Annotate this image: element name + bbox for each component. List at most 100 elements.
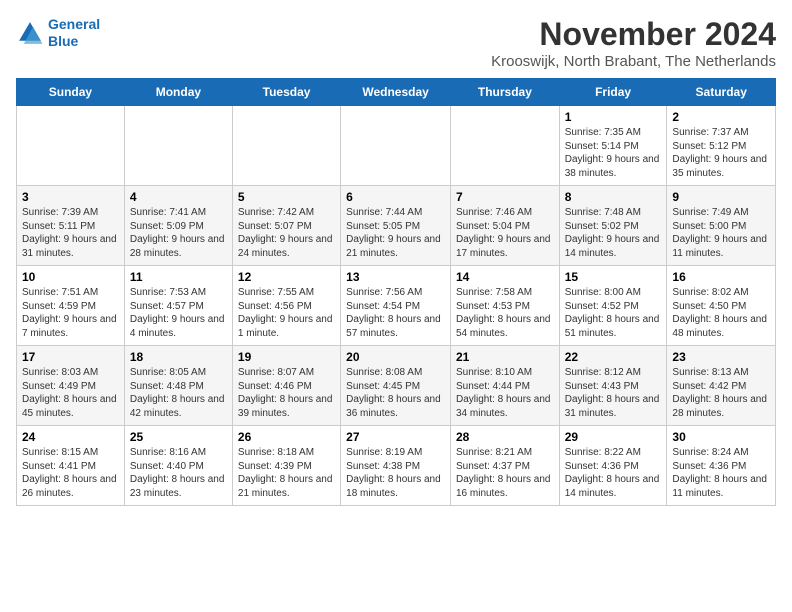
calendar-header: SundayMondayTuesdayWednesdayThursdayFrid…	[17, 79, 776, 106]
day-number: 15	[565, 270, 662, 284]
day-number: 8	[565, 190, 662, 204]
day-number: 25	[130, 430, 227, 444]
header-day-sunday: Sunday	[17, 79, 125, 106]
subtitle: Krooswijk, North Brabant, The Netherland…	[491, 53, 776, 70]
day-number: 22	[565, 350, 662, 364]
day-number: 1	[565, 110, 662, 124]
day-info: Sunrise: 8:10 AM Sunset: 4:44 PM Dayligh…	[456, 366, 554, 420]
calendar-cell: 16 Sunrise: 8:02 AM Sunset: 4:50 PM Dayli…	[667, 266, 776, 346]
header-day-wednesday: Wednesday	[341, 79, 451, 106]
day-info: Sunrise: 8:19 AM Sunset: 4:38 PM Dayligh…	[346, 446, 445, 500]
calendar-cell: 3 Sunrise: 7:39 AM Sunset: 5:11 PM Daylig…	[17, 186, 125, 266]
logo-line1: General	[48, 16, 100, 32]
day-info: Sunrise: 7:39 AM Sunset: 5:11 PM Dayligh…	[22, 206, 119, 260]
day-info: Sunrise: 8:24 AM Sunset: 4:36 PM Dayligh…	[672, 446, 770, 500]
day-info: Sunrise: 7:49 AM Sunset: 5:00 PM Dayligh…	[672, 206, 770, 260]
day-number: 5	[238, 190, 335, 204]
header-day-tuesday: Tuesday	[232, 79, 340, 106]
header-day-friday: Friday	[559, 79, 667, 106]
calendar-cell: 6Sunrise: 7:44 AM Sunset: 5:05 PM Daylig…	[341, 186, 451, 266]
day-number: 4	[130, 190, 227, 204]
calendar-cell	[450, 106, 559, 186]
day-number: 30	[672, 430, 770, 444]
day-number: 14	[456, 270, 554, 284]
day-number: 2	[672, 110, 770, 124]
calendar-cell: 25 Sunrise: 8:16 AM Sunset: 4:40 PM Dayli…	[124, 426, 232, 506]
day-number: 12	[238, 270, 335, 284]
day-info: Sunrise: 8:18 AM Sunset: 4:39 PM Dayligh…	[238, 446, 335, 500]
calendar-cell: 2 Sunrise: 7:37 AM Sunset: 5:12 PM Daylig…	[667, 106, 776, 186]
logo-icon	[16, 19, 44, 47]
calendar-cell: 14 Sunrise: 7:58 AM Sunset: 4:53 PM Dayli…	[450, 266, 559, 346]
day-number: 29	[565, 430, 662, 444]
day-info: Sunrise: 8:00 AM Sunset: 4:52 PM Dayligh…	[565, 286, 662, 340]
week-row-3: 17 Sunrise: 8:03 AM Sunset: 4:49 PM Dayli…	[17, 346, 776, 426]
calendar-cell: 30 Sunrise: 8:24 AM Sunset: 4:36 PM Dayli…	[667, 426, 776, 506]
day-info: Sunrise: 8:12 AM Sunset: 4:43 PM Dayligh…	[565, 366, 662, 420]
calendar-cell	[341, 106, 451, 186]
day-info: Sunrise: 7:35 AM Sunset: 5:14 PM Dayligh…	[565, 126, 662, 180]
day-info: Sunrise: 8:08 AM Sunset: 4:45 PM Dayligh…	[346, 366, 445, 420]
calendar-cell: 22 Sunrise: 8:12 AM Sunset: 4:43 PM Dayli…	[559, 346, 667, 426]
day-number: 13	[346, 270, 445, 284]
calendar-cell: 26Sunrise: 8:18 AM Sunset: 4:39 PM Dayli…	[232, 426, 340, 506]
day-info: Sunrise: 7:58 AM Sunset: 4:53 PM Dayligh…	[456, 286, 554, 340]
calendar-cell: 4 Sunrise: 7:41 AM Sunset: 5:09 PM Daylig…	[124, 186, 232, 266]
day-info: Sunrise: 7:56 AM Sunset: 4:54 PM Dayligh…	[346, 286, 445, 340]
day-number: 27	[346, 430, 445, 444]
calendar-cell: 13 Sunrise: 7:56 AM Sunset: 4:54 PM Dayli…	[341, 266, 451, 346]
calendar-cell: 8Sunrise: 7:48 AM Sunset: 5:02 PM Daylig…	[559, 186, 667, 266]
week-row-0: 1 Sunrise: 7:35 AM Sunset: 5:14 PM Daylig…	[17, 106, 776, 186]
calendar-cell: 11Sunrise: 7:53 AM Sunset: 4:57 PM Dayli…	[124, 266, 232, 346]
day-info: Sunrise: 8:13 AM Sunset: 4:42 PM Dayligh…	[672, 366, 770, 420]
logo-line2: Blue	[48, 33, 78, 49]
calendar-cell: 24Sunrise: 8:15 AM Sunset: 4:41 PM Dayli…	[17, 426, 125, 506]
day-info: Sunrise: 8:21 AM Sunset: 4:37 PM Dayligh…	[456, 446, 554, 500]
day-info: Sunrise: 7:41 AM Sunset: 5:09 PM Dayligh…	[130, 206, 227, 260]
day-number: 3	[22, 190, 119, 204]
day-number: 23	[672, 350, 770, 364]
calendar-cell: 19Sunrise: 8:07 AM Sunset: 4:46 PM Dayli…	[232, 346, 340, 426]
calendar-cell: 21 Sunrise: 8:10 AM Sunset: 4:44 PM Dayli…	[450, 346, 559, 426]
day-info: Sunrise: 8:22 AM Sunset: 4:36 PM Dayligh…	[565, 446, 662, 500]
day-info: Sunrise: 7:53 AM Sunset: 4:57 PM Dayligh…	[130, 286, 227, 340]
day-info: Sunrise: 7:44 AM Sunset: 5:05 PM Dayligh…	[346, 206, 445, 260]
day-number: 21	[456, 350, 554, 364]
calendar-cell: 15 Sunrise: 8:00 AM Sunset: 4:52 PM Dayli…	[559, 266, 667, 346]
calendar-cell: 17 Sunrise: 8:03 AM Sunset: 4:49 PM Dayli…	[17, 346, 125, 426]
day-number: 17	[22, 350, 119, 364]
day-number: 28	[456, 430, 554, 444]
header-row: SundayMondayTuesdayWednesdayThursdayFrid…	[17, 79, 776, 106]
day-info: Sunrise: 8:16 AM Sunset: 4:40 PM Dayligh…	[130, 446, 227, 500]
day-info: Sunrise: 7:37 AM Sunset: 5:12 PM Dayligh…	[672, 126, 770, 180]
day-info: Sunrise: 7:42 AM Sunset: 5:07 PM Dayligh…	[238, 206, 335, 260]
day-info: Sunrise: 8:07 AM Sunset: 4:46 PM Dayligh…	[238, 366, 335, 420]
calendar-cell: 23 Sunrise: 8:13 AM Sunset: 4:42 PM Dayli…	[667, 346, 776, 426]
day-number: 20	[346, 350, 445, 364]
calendar-cell: 29 Sunrise: 8:22 AM Sunset: 4:36 PM Dayli…	[559, 426, 667, 506]
day-info: Sunrise: 8:03 AM Sunset: 4:49 PM Dayligh…	[22, 366, 119, 420]
header: General Blue November 2024 Krooswijk, No…	[16, 16, 776, 70]
day-info: Sunrise: 7:51 AM Sunset: 4:59 PM Dayligh…	[22, 286, 119, 340]
week-row-2: 10 Sunrise: 7:51 AM Sunset: 4:59 PM Dayli…	[17, 266, 776, 346]
calendar-cell: 5 Sunrise: 7:42 AM Sunset: 5:07 PM Daylig…	[232, 186, 340, 266]
header-day-monday: Monday	[124, 79, 232, 106]
calendar-cell: 18Sunrise: 8:05 AM Sunset: 4:48 PM Dayli…	[124, 346, 232, 426]
calendar-cell: 27 Sunrise: 8:19 AM Sunset: 4:38 PM Dayli…	[341, 426, 451, 506]
header-day-thursday: Thursday	[450, 79, 559, 106]
calendar-cell: 28 Sunrise: 8:21 AM Sunset: 4:37 PM Dayli…	[450, 426, 559, 506]
day-number: 9	[672, 190, 770, 204]
calendar-cell: 7Sunrise: 7:46 AM Sunset: 5:04 PM Daylig…	[450, 186, 559, 266]
calendar-cell: 20 Sunrise: 8:08 AM Sunset: 4:45 PM Dayli…	[341, 346, 451, 426]
calendar-cell	[232, 106, 340, 186]
day-number: 16	[672, 270, 770, 284]
day-info: Sunrise: 8:02 AM Sunset: 4:50 PM Dayligh…	[672, 286, 770, 340]
title-area: November 2024 Krooswijk, North Brabant, …	[491, 16, 776, 70]
calendar-cell	[17, 106, 125, 186]
day-number: 18	[130, 350, 227, 364]
day-number: 10	[22, 270, 119, 284]
calendar-cell: 12Sunrise: 7:55 AM Sunset: 4:56 PM Dayli…	[232, 266, 340, 346]
week-row-1: 3 Sunrise: 7:39 AM Sunset: 5:11 PM Daylig…	[17, 186, 776, 266]
day-info: Sunrise: 7:46 AM Sunset: 5:04 PM Dayligh…	[456, 206, 554, 260]
calendar-cell	[124, 106, 232, 186]
